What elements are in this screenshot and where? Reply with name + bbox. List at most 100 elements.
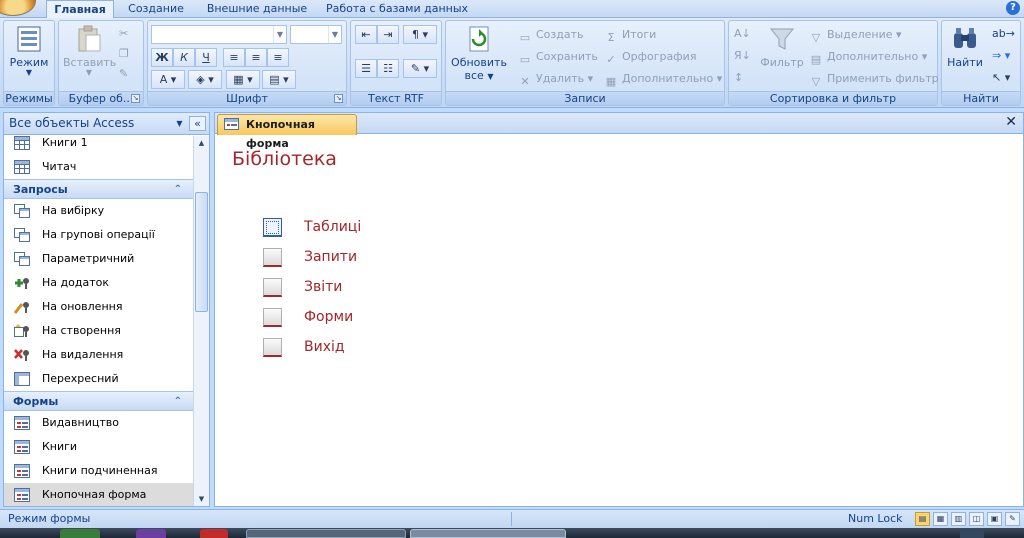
document-tab-bar: Кнопочная форма ✕ <box>215 113 1023 150</box>
switchboard-label[interactable]: Вихід <box>304 336 345 358</box>
nav-item-form[interactable]: Видавництво <box>4 411 194 435</box>
switchboard-button[interactable] <box>263 278 282 297</box>
taskbar-window-button-active[interactable] <box>410 529 566 538</box>
office-button[interactable] <box>0 0 36 16</box>
taskbar-app-icon[interactable] <box>60 529 100 538</box>
italic-button[interactable]: К <box>173 48 195 67</box>
totals-button[interactable]: Σ Итоги <box>604 25 657 44</box>
advanced-filter-button[interactable]: ▤ Дополнительно ▾ <box>809 47 927 66</box>
scroll-up-icon[interactable]: ▲ <box>194 136 209 150</box>
delete-record-button[interactable]: ✕ Удалить ▾ <box>518 69 593 88</box>
format-painter-icon[interactable]: ✎ <box>119 64 128 83</box>
increase-indent-icon[interactable]: ⇥ <box>377 25 399 44</box>
tab-create[interactable]: Создание <box>122 0 190 18</box>
sort-descending-icon[interactable]: Я↓ <box>734 46 751 65</box>
taskbar-clock <box>960 529 984 538</box>
switchboard-label[interactable]: Форми <box>304 306 353 328</box>
scroll-thumb[interactable] <box>195 192 208 312</box>
nav-item-form-selected[interactable]: Кнопочная форма <box>4 483 194 506</box>
filter-button[interactable]: Фильтр <box>759 24 805 69</box>
taskbar-app-icon[interactable] <box>200 529 228 538</box>
switchboard-label[interactable]: Звіти <box>304 276 342 298</box>
refresh-all-button[interactable]: Обновить все ▼ <box>449 24 509 82</box>
gridlines-icon[interactable]: ▦ ▾ <box>226 70 260 89</box>
taskbar-app-icon[interactable] <box>136 529 166 538</box>
nav-item-form[interactable]: Книги подчиненная фор... <box>4 459 194 501</box>
nav-item-query[interactable]: Перехресний <box>4 367 194 391</box>
selection-button[interactable]: ▽ Выделение ▾ <box>809 25 902 44</box>
switchboard-button[interactable] <box>263 308 282 327</box>
underline-button[interactable]: Ч <box>195 48 217 67</box>
taskbar-window-button[interactable] <box>246 529 406 538</box>
chevron-down-icon: ▼ <box>328 26 341 43</box>
nav-item-table[interactable]: Книги 1 <box>4 136 194 155</box>
nav-item-table[interactable]: Читач <box>4 155 194 179</box>
tab-database-tools[interactable]: Работа с базами данных <box>324 0 470 18</box>
paste-icon <box>78 25 101 52</box>
datasheet-view-icon[interactable]: ▦ <box>933 512 948 526</box>
find-button[interactable]: Найти <box>944 24 986 69</box>
tab-external-data[interactable]: Внешние данные <box>204 0 310 18</box>
highlight-icon[interactable]: ✎ ▾ <box>403 59 437 78</box>
goto-icon[interactable]: ⇒ ▾ <box>992 46 1010 65</box>
switchboard-button[interactable] <box>263 248 282 267</box>
bullet-list-icon[interactable]: ☷ <box>377 59 399 78</box>
font-launcher-icon[interactable]: ↘ <box>334 94 343 103</box>
collapse-pane-icon[interactable]: « <box>189 116 206 131</box>
close-icon[interactable]: ✕ <box>1005 114 1017 130</box>
records-more-button[interactable]: ▦ Дополнительно ▾ <box>604 69 722 88</box>
new-record-button[interactable]: ▭ Создать <box>518 25 584 44</box>
paragraph-icon[interactable]: ¶ ▾ <box>403 25 437 44</box>
switchboard-label[interactable]: Таблиці <box>304 216 361 238</box>
bold-button[interactable]: Ж <box>151 48 173 67</box>
select-cursor-icon[interactable]: ↖ ▾ <box>992 68 1010 87</box>
paste-button[interactable]: Вставить ▼ <box>63 24 116 77</box>
copy-icon[interactable]: ❐ <box>119 44 129 63</box>
apply-filter-button[interactable]: ▽ Применить фильтр <box>809 69 939 88</box>
spelling-button[interactable]: ✓ Орфография <box>604 47 696 66</box>
pivot-table-view-icon[interactable]: ▥ <box>951 512 966 526</box>
font-color-button[interactable]: A ▾ <box>151 70 185 89</box>
font-size-combo[interactable]: ▼ <box>290 25 342 44</box>
numbered-list-icon[interactable]: ☰ <box>355 59 377 78</box>
status-mode-text: Режим формы <box>8 512 91 525</box>
layout-view-icon[interactable]: ▣ <box>987 512 1002 526</box>
clipboard-launcher-icon[interactable]: ↘ <box>131 94 140 103</box>
nav-item-query[interactable]: На додаток <box>4 271 194 295</box>
nav-header[interactable]: Все объекты Access ▼ « <box>4 113 209 135</box>
nav-item-query[interactable]: На створення <box>4 319 194 343</box>
fill-color-icon[interactable]: ◈ ▾ <box>188 70 222 89</box>
align-left-icon[interactable]: ≡ <box>223 48 245 67</box>
nav-item-query[interactable]: На видалення <box>4 343 194 367</box>
nav-category-queries[interactable]: Запросы ⌃ <box>4 179 194 199</box>
nav-item-form[interactable]: Книги <box>4 435 194 459</box>
nav-item-query[interactable]: На оновлення <box>4 295 194 319</box>
document-tab[interactable]: Кнопочная форма <box>217 114 357 150</box>
scroll-down-icon[interactable]: ▼ <box>194 492 209 506</box>
design-view-icon[interactable]: ✎ <box>1005 512 1020 526</box>
alternate-fill-icon[interactable]: ▤ ▾ <box>262 70 296 89</box>
replace-icon[interactable]: ab→ <box>992 24 1015 43</box>
form-view-icon[interactable]: ▤ <box>915 512 930 526</box>
help-icon[interactable]: ? <box>1006 1 1020 15</box>
cut-icon[interactable]: ✂ <box>119 24 128 43</box>
nav-item-query[interactable]: Параметричний <box>4 247 194 271</box>
nav-scrollbar[interactable]: ▲ ▼ <box>193 136 209 506</box>
align-center-icon[interactable]: ≡ <box>245 48 267 67</box>
view-mode-button[interactable]: Режим ▼ <box>7 24 51 77</box>
tab-home[interactable]: Главная <box>46 0 114 19</box>
chevron-down-icon[interactable]: ▼ <box>172 116 187 131</box>
decrease-indent-icon[interactable]: ⇤ <box>355 25 377 44</box>
switchboard-button[interactable] <box>263 338 282 357</box>
save-record-button[interactable]: ▭ Сохранить <box>518 47 598 66</box>
switchboard-label[interactable]: Запити <box>304 246 357 268</box>
nav-item-query[interactable]: На вибірку <box>4 199 194 223</box>
font-name-combo[interactable]: ▼ <box>151 25 287 44</box>
nav-category-forms[interactable]: Формы ⌃ <box>4 391 194 411</box>
sort-ascending-icon[interactable]: A↓ <box>734 24 751 43</box>
switchboard-button[interactable] <box>263 218 282 237</box>
pivot-chart-view-icon[interactable]: ◫ <box>969 512 984 526</box>
clear-sort-icon[interactable]: ↕ <box>734 68 743 87</box>
nav-item-query[interactable]: На групові операції <box>4 223 194 247</box>
align-right-icon[interactable]: ≡ <box>267 48 289 67</box>
